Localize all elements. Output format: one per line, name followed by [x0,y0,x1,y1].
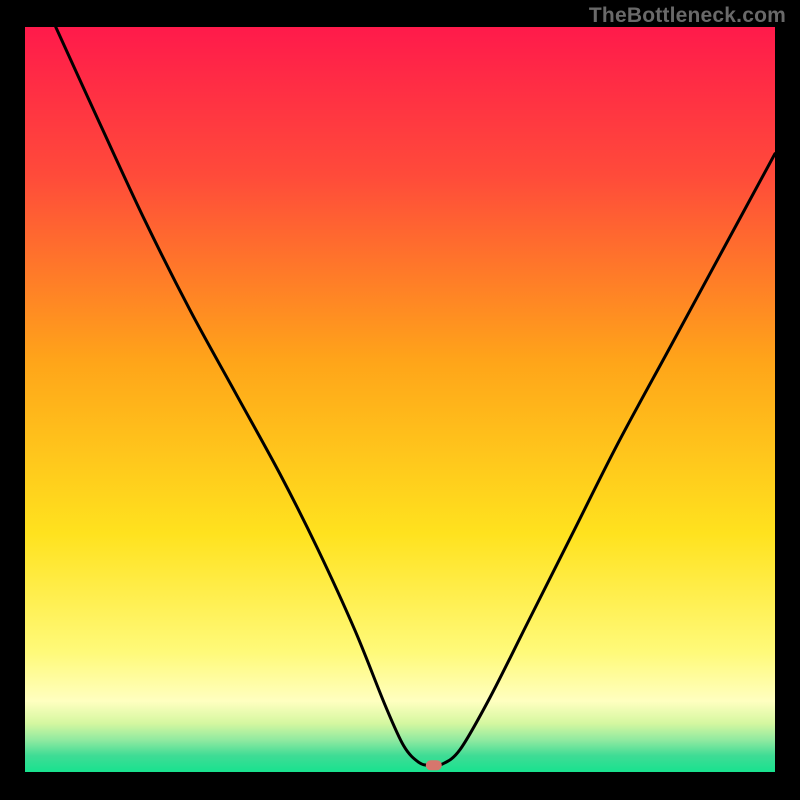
plot-area [25,27,775,772]
watermark-text: TheBottleneck.com [589,4,786,28]
bottleneck-chart [0,0,800,800]
chart-frame: TheBottleneck.com [0,0,800,800]
minimum-marker [426,760,442,770]
